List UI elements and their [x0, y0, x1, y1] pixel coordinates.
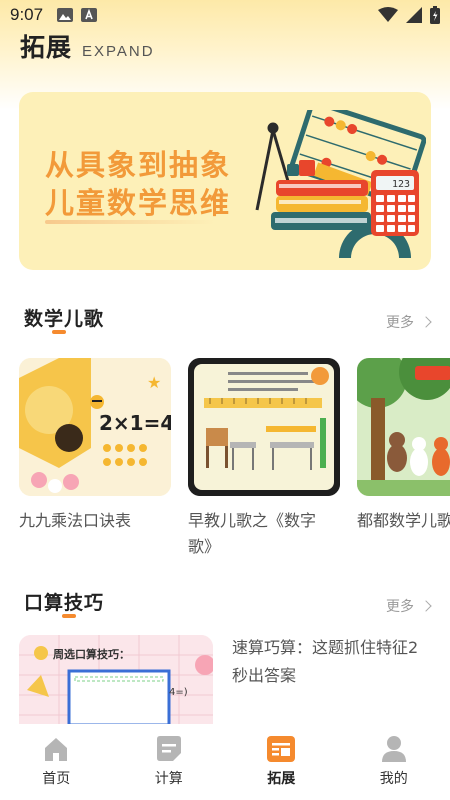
banner-subheadline: 儿童数学思维 — [45, 186, 232, 220]
profile-icon — [381, 736, 406, 762]
song-card-title: 都都数学儿歌间歌 — [357, 511, 450, 530]
songs-more-link[interactable]: 更多 — [386, 312, 432, 332]
songs-more-label: 更多 — [386, 315, 414, 331]
bottom-navigation: 首页 计算 拓展 我的 — [0, 724, 450, 800]
nav-profile-label: 我的 — [379, 771, 408, 787]
section-title-tips: 口算技巧 — [24, 592, 105, 614]
song-card[interactable]: 早教儿歌之《数字歌》 — [188, 358, 340, 560]
battery-icon — [430, 6, 440, 24]
home-icon — [45, 738, 68, 761]
forest-video-thumb — [357, 358, 450, 496]
tip-video-thumb: 周选口算技巧： 4=) — [19, 635, 213, 725]
tip-thumb-heading: 周选口算技巧： — [53, 647, 130, 661]
song-card-thumbnail: ★ 2×1=4 — [19, 358, 171, 496]
svg-text:★: ★ — [147, 373, 161, 392]
math-tools-illustration: 123 — [255, 110, 426, 258]
tip-title[interactable]: 速算巧算：这题抓住特征2秒出答案 — [232, 634, 422, 690]
expand-icon — [267, 736, 296, 762]
section-accent-tips — [62, 614, 76, 618]
page-subtitle: EXPAND — [82, 43, 155, 60]
calculator-display: 123 — [392, 179, 410, 190]
song-card-title: 早教儿歌之《数字歌》 — [188, 511, 317, 556]
nav-expand-label: 拓展 — [267, 771, 296, 787]
nav-profile[interactable]: 我的 — [338, 724, 450, 800]
nav-home-label: 首页 — [42, 771, 71, 787]
calculate-icon — [156, 736, 181, 761]
signal-icon — [406, 7, 422, 23]
banner-underline — [45, 220, 215, 224]
books-icon — [271, 180, 371, 230]
song-card[interactable]: 都都数学儿歌间歌 — [357, 358, 450, 534]
page-header: 拓展 EXPAND — [20, 28, 155, 64]
tips-more-label: 更多 — [386, 599, 414, 615]
song-card-title: 九九乘法口诀表 — [19, 511, 132, 530]
calculator-icon: 123 — [371, 170, 419, 236]
nav-expand[interactable]: 拓展 — [225, 724, 338, 800]
tips-more-link[interactable]: 更多 — [386, 596, 432, 616]
chevron-right-icon — [420, 316, 432, 328]
number-song-video-thumb — [188, 358, 340, 496]
thumb-equation: 2×1=4 — [99, 411, 171, 435]
page-title: 拓展 — [20, 33, 73, 62]
section-accent-songs — [52, 330, 66, 334]
nav-calculate[interactable]: 计算 — [113, 724, 226, 800]
section-title-songs: 数学儿歌 — [24, 308, 105, 330]
app-notification-icon — [81, 8, 98, 22]
nav-calculate-label: 计算 — [154, 771, 183, 787]
wifi-icon — [378, 7, 398, 22]
nav-home[interactable]: 首页 — [0, 724, 113, 800]
tip-thumbnail[interactable]: 周选口算技巧： 4=) — [19, 635, 213, 725]
status-bar: 9:07 — [0, 0, 450, 30]
song-card[interactable]: ★ 2×1=4 九九乘法口诀表 — [19, 358, 171, 534]
chevron-right-icon — [420, 600, 432, 612]
status-time: 9:07 — [10, 5, 44, 24]
song-card-thumbnail — [188, 358, 340, 496]
banner-headline: 从具象到抽象 — [45, 148, 232, 182]
song-card-thumbnail — [357, 358, 450, 496]
tip-thumb-equation: 4=) — [169, 687, 188, 698]
image-notification-icon — [57, 8, 74, 22]
multiplication-video-thumb: ★ 2×1=4 — [19, 358, 171, 496]
promo-banner[interactable]: 从具象到抽象 儿童数学思维 123 — [19, 92, 431, 270]
